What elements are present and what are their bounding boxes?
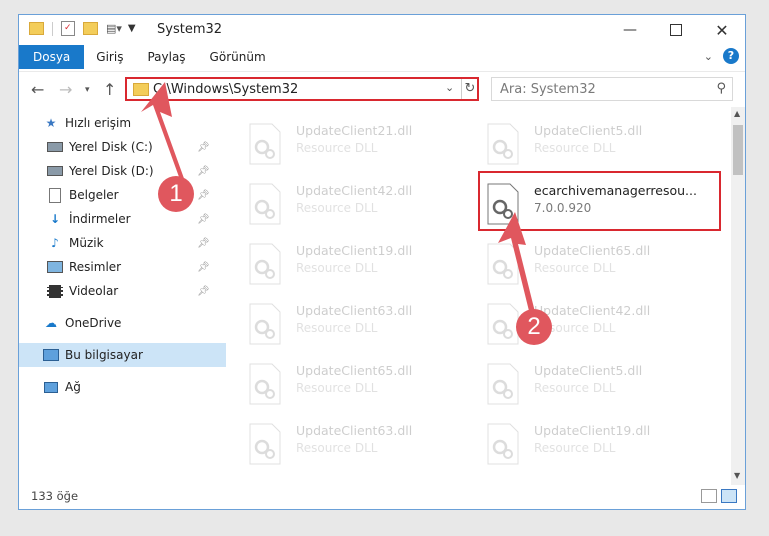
step-badge-2: 2 [516,309,552,345]
annotation-arrows [141,82,537,320]
step-badge-1: 1 [158,176,194,212]
arrow-2 [498,212,537,320]
